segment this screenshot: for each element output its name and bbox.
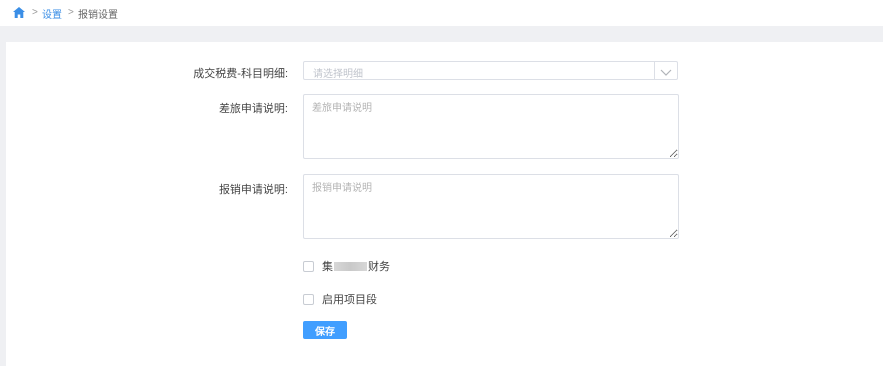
reimburse-desc-textarea[interactable] xyxy=(303,174,679,239)
group-finance-label-prefix: 集 xyxy=(322,261,333,273)
breadcrumb-current: 报销设置 xyxy=(78,10,118,21)
group-finance-label-suffix: 财务 xyxy=(368,261,390,273)
redacted-text xyxy=(334,261,367,271)
group-finance-label: 集 财务 xyxy=(322,258,390,274)
tax-detail-placeholder: 请选择明细 xyxy=(313,69,363,80)
tax-detail-label: 成交税费-科目明细: xyxy=(193,68,288,80)
reimburse-desc-label: 报销申请说明: xyxy=(218,184,288,196)
tax-detail-select[interactable]: 请选择明细 xyxy=(303,61,678,80)
chevron-down-icon[interactable] xyxy=(660,66,672,76)
travel-desc-label: 差旅申请说明: xyxy=(218,103,288,115)
save-button[interactable]: 保存 xyxy=(303,321,347,339)
group-finance-checkbox[interactable] xyxy=(303,260,314,272)
breadcrumb-settings-link[interactable]: 设置 xyxy=(42,6,62,21)
breadcrumb-separator: > xyxy=(68,7,74,18)
project-segment-label: 启用项目段 xyxy=(322,294,377,306)
breadcrumb-separator: > xyxy=(32,7,38,18)
page-header-band xyxy=(0,26,883,42)
project-segment-checkbox-row[interactable]: 启用项目段 xyxy=(303,291,377,307)
breadcrumb: > 设置 > 报销设置 xyxy=(0,0,883,26)
home-icon[interactable] xyxy=(13,7,25,18)
select-divider xyxy=(654,62,655,79)
group-finance-checkbox-row[interactable]: 集 财务 xyxy=(303,258,390,274)
project-segment-checkbox[interactable] xyxy=(303,293,314,305)
travel-desc-textarea[interactable] xyxy=(303,94,679,159)
